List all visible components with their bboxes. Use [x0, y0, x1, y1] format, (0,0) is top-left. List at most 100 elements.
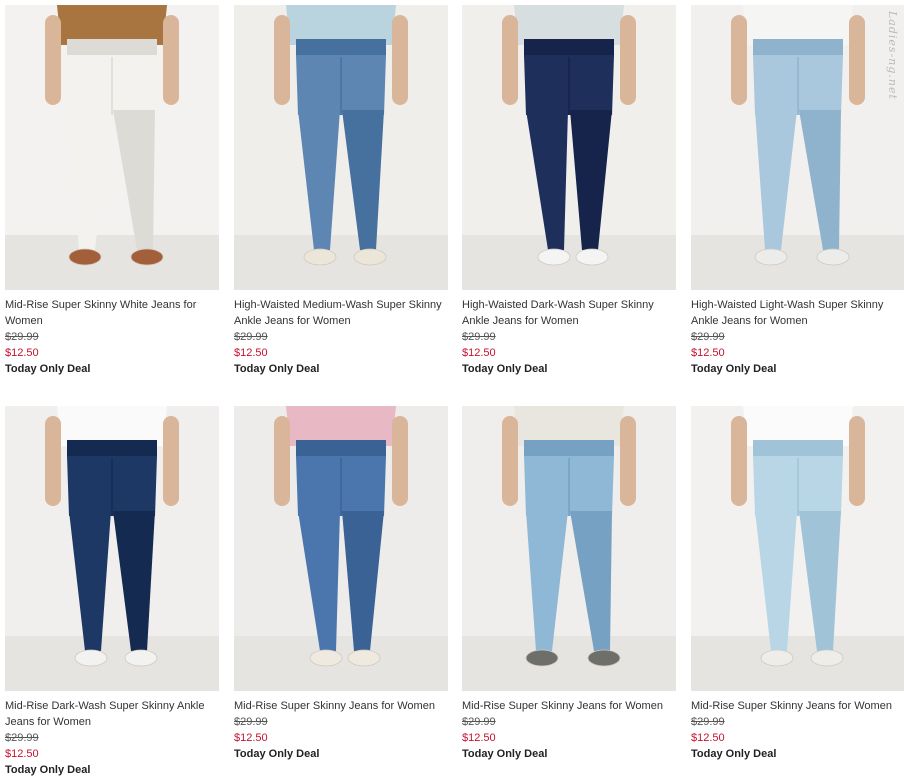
right-arm — [163, 15, 179, 105]
right-shoe — [816, 248, 850, 266]
right-shoe — [130, 248, 164, 266]
waistband — [524, 440, 614, 458]
right-shoe — [124, 649, 158, 667]
deal-badge: Today Only Deal — [5, 363, 91, 375]
product-title[interactable]: High-Waisted Dark-Wash Super Skinny Ankl… — [462, 297, 674, 329]
product-title[interactable]: Mid-Rise Super Skinny Jeans for Women — [462, 698, 674, 714]
floor — [5, 235, 219, 290]
sale-price: $12.50 — [5, 347, 39, 359]
left-shoe — [74, 649, 108, 667]
watermark: Ladies-ng.net — [886, 11, 899, 100]
product-card[interactable]: Mid-Rise Super Skinny Jeans for Women $2… — [462, 406, 676, 762]
jeans-photo — [462, 5, 676, 290]
waistband — [753, 440, 843, 458]
product-image[interactable] — [234, 5, 448, 290]
waistband — [753, 39, 843, 57]
product-grid: Mid-Rise Super Skinny White Jeans for Wo… — [0, 0, 904, 776]
right-shoe — [810, 649, 844, 667]
jeans-photo — [5, 5, 219, 290]
left-arm — [274, 416, 290, 506]
waistband — [67, 39, 157, 57]
deal-badge: Today Only Deal — [234, 748, 320, 760]
left-arm — [45, 416, 61, 506]
product-title[interactable]: High-Waisted Light-Wash Super Skinny Ank… — [691, 297, 903, 329]
right-arm — [392, 416, 408, 506]
left-arm — [731, 15, 747, 105]
product-card[interactable]: Mid-Rise Dark-Wash Super Skinny Ankle Je… — [5, 406, 219, 778]
waistband — [67, 440, 157, 458]
right-shoe — [347, 649, 381, 667]
original-price: $29.99 — [5, 331, 39, 343]
original-price: $29.99 — [462, 331, 496, 343]
product-title[interactable]: Mid-Rise Super Skinny White Jeans for Wo… — [5, 297, 217, 329]
floor — [5, 636, 219, 691]
right-shoe — [353, 248, 387, 266]
sale-price: $12.50 — [462, 347, 496, 359]
original-price: $29.99 — [234, 716, 268, 728]
deal-badge: Today Only Deal — [234, 363, 320, 375]
right-arm — [849, 15, 865, 105]
left-shoe — [68, 248, 102, 266]
product-title[interactable]: Mid-Rise Dark-Wash Super Skinny Ankle Je… — [5, 698, 217, 730]
jeans-photo — [234, 406, 448, 691]
product-card[interactable]: Ladies-ng.net High-Waisted Light-Wash Su… — [691, 5, 904, 377]
product-card[interactable]: Mid-Rise Super Skinny Jeans for Women $2… — [234, 406, 448, 762]
deal-badge: Today Only Deal — [691, 363, 777, 375]
floor — [234, 636, 448, 691]
left-arm — [274, 15, 290, 105]
floor — [691, 636, 904, 691]
original-price: $29.99 — [5, 732, 39, 744]
right-arm — [620, 15, 636, 105]
original-price: $29.99 — [234, 331, 268, 343]
right-arm — [392, 15, 408, 105]
right-arm — [620, 416, 636, 506]
right-shoe — [575, 248, 609, 266]
product-image[interactable]: Ladies-ng.net — [691, 5, 904, 290]
waistband — [296, 39, 386, 57]
deal-badge: Today Only Deal — [462, 363, 548, 375]
right-arm — [163, 416, 179, 506]
jeans-photo — [234, 5, 448, 290]
deal-badge: Today Only Deal — [462, 748, 548, 760]
left-shoe — [309, 649, 343, 667]
sale-price: $12.50 — [234, 347, 268, 359]
product-image[interactable] — [234, 406, 448, 691]
deal-badge: Today Only Deal — [691, 748, 777, 760]
left-arm — [502, 15, 518, 105]
sale-price: $12.50 — [691, 347, 725, 359]
left-arm — [45, 15, 61, 105]
jeans-photo — [462, 406, 676, 691]
product-image[interactable] — [691, 406, 904, 691]
product-image[interactable] — [462, 406, 676, 691]
left-arm — [731, 416, 747, 506]
sale-price: $12.50 — [462, 732, 496, 744]
product-title[interactable]: Mid-Rise Super Skinny Jeans for Women — [234, 698, 446, 714]
right-shoe — [587, 649, 621, 667]
product-card[interactable]: Mid-Rise Super Skinny White Jeans for Wo… — [5, 5, 219, 377]
product-image[interactable] — [462, 5, 676, 290]
left-arm — [502, 416, 518, 506]
product-card[interactable]: High-Waisted Medium-Wash Super Skinny An… — [234, 5, 448, 377]
floor — [234, 235, 448, 290]
sale-price: $12.50 — [234, 732, 268, 744]
left-shoe — [754, 248, 788, 266]
product-title[interactable]: High-Waisted Medium-Wash Super Skinny An… — [234, 297, 446, 329]
original-price: $29.99 — [691, 716, 725, 728]
product-title[interactable]: Mid-Rise Super Skinny Jeans for Women — [691, 698, 903, 714]
jeans-photo — [5, 406, 219, 691]
left-shoe — [760, 649, 794, 667]
sale-price: $12.50 — [5, 748, 39, 760]
waistband — [296, 440, 386, 458]
left-shoe — [537, 248, 571, 266]
floor — [691, 235, 904, 290]
waistband — [524, 39, 614, 57]
original-price: $29.99 — [462, 716, 496, 728]
left-shoe — [525, 649, 559, 667]
right-arm — [849, 416, 865, 506]
product-card[interactable]: Mid-Rise Super Skinny Jeans for Women $2… — [691, 406, 904, 762]
jeans-photo — [691, 5, 904, 290]
product-image[interactable] — [5, 5, 219, 290]
product-image[interactable] — [5, 406, 219, 691]
product-card[interactable]: High-Waisted Dark-Wash Super Skinny Ankl… — [462, 5, 676, 377]
left-shoe — [303, 248, 337, 266]
